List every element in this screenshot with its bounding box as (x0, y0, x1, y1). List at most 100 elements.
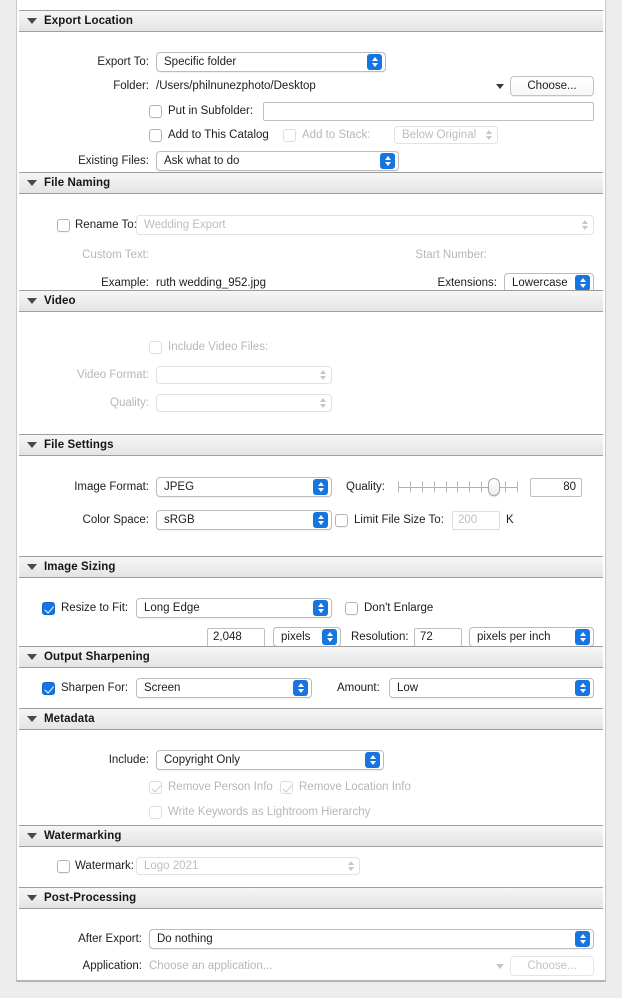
size-input[interactable]: 2,048 (207, 628, 265, 647)
resolution-input[interactable]: 72 (414, 628, 462, 647)
extensions-label: Extensions: (372, 277, 497, 289)
stepper-icon[interactable] (313, 512, 328, 528)
disclosure-triangle-icon[interactable] (27, 442, 37, 448)
disclosure-triangle-icon[interactable] (27, 564, 37, 570)
section-header-file-naming[interactable]: File Naming (19, 172, 603, 194)
sharpen-for-label: Sharpen For: (61, 682, 128, 694)
sharpen-amount-value: Low (397, 682, 418, 694)
section-header-file-settings[interactable]: File Settings (19, 434, 603, 456)
add-to-this-catalog-label: Add to This Catalog (168, 129, 269, 141)
sharpen-amount-select[interactable]: Low (389, 678, 594, 698)
after-export-select[interactable]: Do nothing (149, 929, 594, 949)
disclosure-triangle-icon[interactable] (27, 833, 37, 839)
choose-folder-button[interactable]: Choose... (510, 76, 594, 96)
slider-thumb[interactable] (488, 478, 500, 496)
jpeg-quality-slider[interactable] (398, 477, 518, 497)
video-quality-select (156, 394, 332, 412)
limit-file-size-label: Limit File Size To: (354, 514, 444, 526)
add-to-stack-checkbox (283, 129, 296, 142)
stepper-icon[interactable] (322, 629, 337, 645)
add-to-this-catalog-checkbox[interactable] (149, 129, 162, 142)
disclosure-triangle-icon[interactable] (27, 895, 37, 901)
resize-to-fit-select[interactable]: Long Edge (136, 598, 332, 618)
section-metadata: Metadata Include: Copyright Only Remove … (17, 708, 605, 824)
stepper-icon[interactable] (313, 600, 328, 616)
section-body-metadata: Include: Copyright Only Remove Person In… (17, 730, 605, 824)
after-export-label: After Export: (17, 933, 142, 945)
folder-menu-triangle-icon[interactable] (496, 84, 504, 89)
disclosure-triangle-icon[interactable] (27, 298, 37, 304)
folder-path-value[interactable]: /Users/philnunezphoto/Desktop (156, 80, 316, 92)
export-to-row: Export To: Specific folder (17, 51, 605, 73)
folder-label: Folder: (17, 80, 149, 92)
video-quality-row: Quality: (17, 392, 605, 414)
section-title: Metadata (44, 713, 95, 725)
dont-enlarge-checkbox[interactable] (345, 602, 358, 615)
section-title: File Settings (44, 439, 114, 451)
include-video-row: Include Video Files: (17, 336, 605, 358)
subfolder-name-input[interactable] (263, 102, 594, 121)
rename-to-row: Rename To: Wedding Export (17, 214, 605, 236)
rename-to-checkbox[interactable] (57, 219, 70, 232)
limit-file-size-unit: K (506, 514, 514, 526)
metadata-include-select[interactable]: Copyright Only (156, 750, 384, 770)
image-format-row: Image Format: JPEG Quality: 80 (17, 476, 605, 498)
section-title: Post-Processing (44, 892, 136, 904)
stepper-icon[interactable] (365, 752, 380, 768)
stepper-icon[interactable] (575, 680, 590, 696)
resize-to-fit-checkbox[interactable] (42, 602, 55, 615)
disclosure-triangle-icon[interactable] (27, 18, 37, 24)
application-label: Application: (17, 960, 142, 972)
section-body-file-settings: Image Format: JPEG Quality: 80 Color Spa… (17, 456, 605, 554)
size-unit-select[interactable]: pixels (273, 627, 341, 647)
section-header-output-sharpening[interactable]: Output Sharpening (19, 646, 603, 668)
section-header-watermarking[interactable]: Watermarking (19, 825, 603, 847)
section-header-video[interactable]: Video (19, 290, 603, 312)
stepper-icon[interactable] (575, 275, 590, 291)
export-settings-panel: Export Location Export To: Specific fold… (16, 0, 606, 982)
existing-files-value: Ask what to do (164, 155, 239, 167)
rename-template-value: Wedding Export (144, 219, 226, 231)
color-space-select[interactable]: sRGB (156, 510, 332, 530)
sharpen-for-checkbox[interactable] (42, 682, 55, 695)
section-watermarking: Watermarking Watermark: Logo 2021 (17, 825, 605, 885)
limit-file-size-checkbox[interactable] (335, 514, 348, 527)
section-header-export-location[interactable]: Export Location (19, 10, 603, 32)
watermark-checkbox[interactable] (57, 860, 70, 873)
section-video: Video Include Video Files: Video Format:… (17, 290, 605, 430)
sharpen-for-row: Sharpen For: Screen Amount: Low (17, 677, 605, 699)
sharpen-for-select[interactable]: Screen (136, 678, 312, 698)
size-unit-value: pixels (281, 631, 310, 643)
disclosure-triangle-icon[interactable] (27, 716, 37, 722)
add-to-stack-select: Below Original (394, 126, 498, 144)
put-in-subfolder-checkbox[interactable] (149, 105, 162, 118)
sharpen-amount-label: Amount: (337, 682, 380, 694)
watermark-label: Watermark: (75, 860, 134, 872)
section-export-location: Export Location Export To: Specific fold… (17, 10, 605, 180)
video-format-row: Video Format: (17, 364, 605, 386)
after-export-row: After Export: Do nothing (17, 928, 605, 950)
image-format-select[interactable]: JPEG (156, 477, 332, 497)
export-to-select[interactable]: Specific folder (156, 52, 386, 72)
existing-files-select[interactable]: Ask what to do (156, 151, 399, 171)
add-to-stack-value: Below Original (402, 129, 476, 141)
export-dialog-panel: Export Location Export To: Specific fold… (0, 0, 622, 998)
disclosure-triangle-icon[interactable] (27, 180, 37, 186)
section-header-image-sizing[interactable]: Image Sizing (19, 556, 603, 578)
resolution-label: Resolution: (351, 631, 409, 643)
disclosure-triangle-icon[interactable] (27, 654, 37, 660)
stepper-icon[interactable] (380, 153, 395, 169)
resolution-unit-select[interactable]: pixels per inch (469, 627, 594, 647)
section-file-naming: File Naming Rename To: Wedding Export Cu… (17, 172, 605, 306)
stepper-icon[interactable] (367, 54, 382, 70)
stepper-icon[interactable] (575, 629, 590, 645)
remove-person-info-checkbox (149, 781, 162, 794)
section-header-post-processing[interactable]: Post-Processing (19, 887, 603, 909)
stepper-icon[interactable] (575, 931, 590, 947)
jpeg-quality-input[interactable]: 80 (530, 478, 582, 497)
stepper-icon[interactable] (313, 479, 328, 495)
stepper-icon[interactable] (293, 680, 308, 696)
section-header-metadata[interactable]: Metadata (19, 708, 603, 730)
stepper-icon (346, 858, 356, 874)
section-body-image-sizing: Resize to Fit: Long Edge Don't Enlarge 2… (17, 578, 605, 656)
